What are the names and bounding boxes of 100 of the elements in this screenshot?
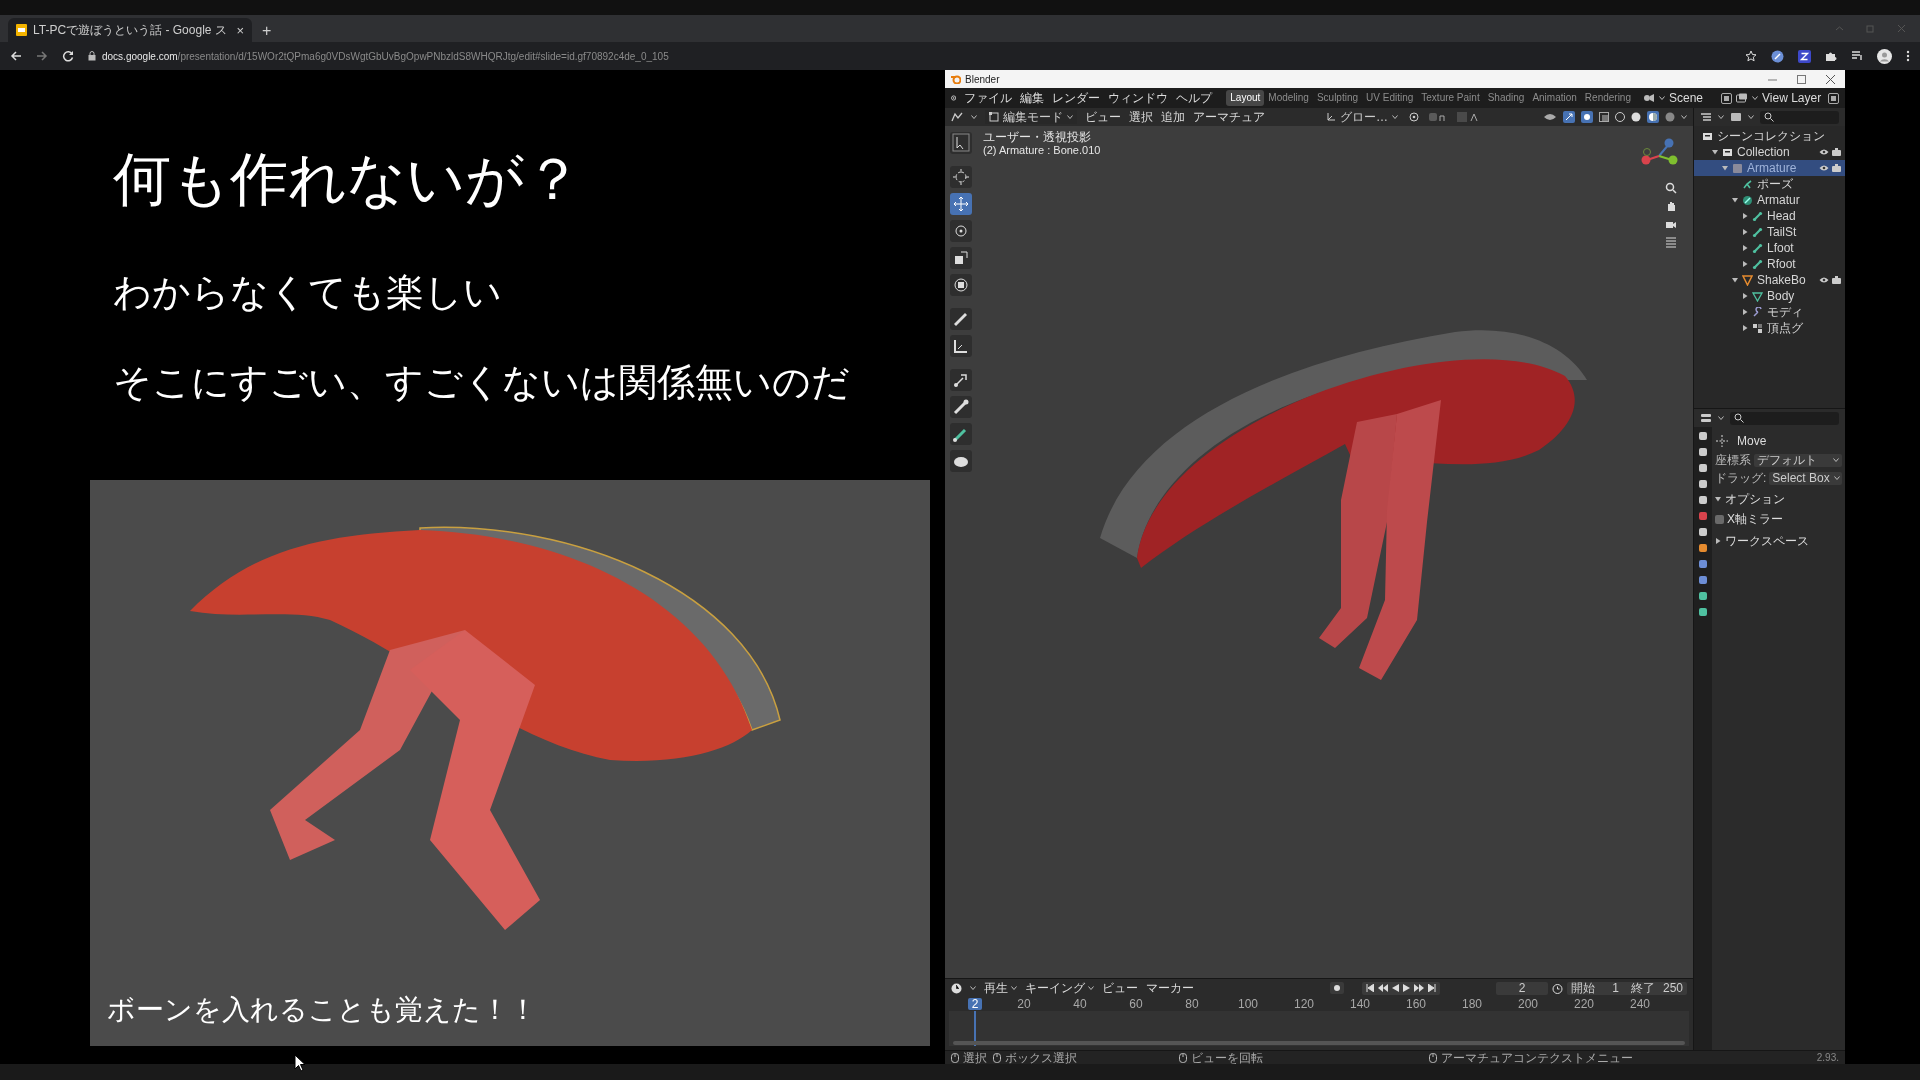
workspace-tab[interactable]: Texture Paint [1417,90,1484,106]
menu-icon[interactable] [1906,50,1910,62]
new-view-layer-icon[interactable] [1828,92,1839,104]
zoom-icon[interactable] [1665,182,1677,194]
eye-icon[interactable] [1819,276,1829,284]
outliner-row[interactable]: Armature [1694,160,1845,176]
start-frame-field[interactable]: 1 [1601,979,1619,997]
panel-header[interactable]: オプション [1715,491,1842,507]
ruler-icon[interactable] [950,335,972,357]
browser-tab[interactable]: LT-PCで遊ぼうという話 - Google ス × [8,18,252,42]
hand-icon[interactable] [1665,200,1677,212]
display-mode-icon[interactable] [1700,112,1712,122]
record-icon[interactable] [1330,982,1344,994]
expand-triangle-icon[interactable] [1742,245,1748,251]
new-tab-button[interactable]: + [262,23,272,39]
expand-triangle-icon[interactable] [1742,229,1748,235]
play-reverse-icon[interactable] [1392,984,1399,992]
overlay-icon[interactable] [1581,111,1593,123]
scale-icon[interactable] [950,247,972,269]
expand-triangle-icon[interactable] [1742,293,1748,299]
z-extension-icon[interactable] [1798,49,1811,63]
close-icon[interactable] [1826,74,1835,84]
menu-item[interactable]: マーカー [1146,979,1194,997]
outliner-row[interactable]: Body [1694,288,1845,304]
menu-item[interactable]: ファイル [964,89,1013,107]
stopwatch-icon[interactable] [1552,982,1563,994]
expand-triangle-icon[interactable] [1742,325,1748,331]
gizmo-icon[interactable] [1563,111,1575,123]
jump-start-icon[interactable] [1366,984,1374,992]
forward-icon[interactable] [36,50,48,62]
proportional-edit-icon[interactable] [1457,112,1479,122]
menu-item[interactable]: 選択 [1129,108,1153,126]
camera-icon[interactable] [1832,164,1841,172]
prev-keyframe-icon[interactable] [1378,984,1388,992]
expand-triangle-icon[interactable] [1742,261,1748,267]
visibility-icon[interactable] [1543,112,1557,122]
reload-icon[interactable] [62,50,74,62]
new-scene-icon[interactable] [1721,92,1732,104]
dropdown[interactable]: Select Box [1769,471,1842,485]
expand-triangle-icon[interactable] [1732,197,1738,203]
editor-type-icon[interactable] [951,112,963,122]
end-frame-field[interactable]: 250 [1661,979,1683,997]
outliner-row[interactable]: Lfoot [1694,240,1845,256]
extrude-icon[interactable] [950,369,972,391]
cursor-icon[interactable] [950,166,972,188]
search-field[interactable] [1760,110,1839,124]
expand-triangle-icon[interactable] [1732,277,1738,283]
menu-item[interactable]: 編集 [1020,89,1045,107]
menu-item[interactable]: キーイング [1025,979,1085,997]
pencil-icon[interactable] [950,308,972,330]
search-field[interactable] [1730,411,1839,425]
expand-triangle-icon[interactable] [1715,496,1721,502]
maximize-icon[interactable] [1797,74,1806,84]
expand-triangle-icon[interactable] [1712,149,1718,155]
menu-item[interactable]: ビュー [1102,979,1138,997]
clock-icon[interactable] [951,982,962,994]
play-icon[interactable] [1403,984,1410,992]
workspace-tab[interactable]: Layout [1226,90,1265,106]
menu-item[interactable]: ウィンドウ [1108,89,1169,107]
filter-icon[interactable] [1730,112,1742,122]
panel-header[interactable]: ワークスペース [1715,533,1842,549]
outliner-row[interactable]: Armatur [1694,192,1845,208]
render-shading-icon[interactable] [1665,112,1675,122]
workspace-tab[interactable]: UV Editing [1362,90,1418,106]
outliner-row[interactable]: Collection [1694,144,1845,160]
outliner-row[interactable]: Rfoot [1694,256,1845,272]
menu-item[interactable]: アーマチュア [1193,108,1265,126]
outliner-row[interactable]: ShakeBo [1694,272,1845,288]
eye-icon[interactable] [1819,148,1829,156]
view-layer-name[interactable]: View Layer [1762,89,1824,107]
workspace-tab[interactable]: Shading [1483,90,1529,106]
material-shading-icon[interactable] [1647,111,1659,123]
outliner-row[interactable]: ポーズ [1694,176,1845,192]
outliner-row[interactable]: TailSt [1694,224,1845,240]
grid-icon[interactable] [1665,236,1677,248]
avatar-icon[interactable] [1877,48,1892,64]
workspace-tab[interactable]: Animation [1528,90,1581,106]
expand-triangle-icon[interactable] [1742,213,1748,219]
transform-icon[interactable] [950,274,972,296]
puzzle-icon[interactable] [1825,50,1837,62]
workspace-tab[interactable]: Sculpting [1312,90,1363,106]
menu-item[interactable]: 追加 [1161,108,1185,126]
eye-icon[interactable] [1819,164,1829,172]
workspace-tab[interactable]: Modeling [1264,90,1313,106]
jump-end-icon[interactable] [1428,984,1436,992]
move-icon[interactable] [950,193,972,215]
pivot-icon[interactable] [1409,112,1421,122]
solid-shading-icon[interactable] [1631,112,1641,122]
media-control-icon[interactable] [1851,50,1863,62]
expand-triangle-icon[interactable] [1722,165,1728,171]
scrollbar[interactable] [953,1041,1685,1045]
menu-item[interactable]: レンダー [1052,89,1101,107]
expand-triangle-icon[interactable] [1715,538,1721,544]
wireframe-shading-icon[interactable] [1615,112,1625,122]
menu-item[interactable]: ヘルプ [1176,89,1213,107]
tab-close-button[interactable]: × [236,23,244,37]
xray-icon[interactable] [1599,112,1609,122]
dropdown[interactable]: デフォルト [1754,453,1842,467]
outliner-row[interactable]: シーンコレクション [1694,128,1845,144]
current-frame-field[interactable]: 2 [1496,981,1548,995]
